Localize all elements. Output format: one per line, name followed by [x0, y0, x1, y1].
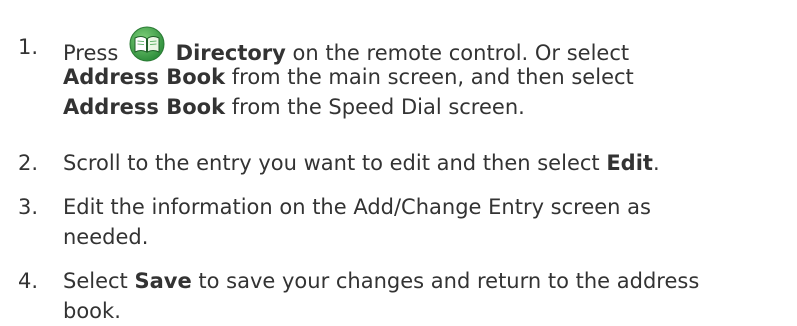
address-book-label: Address Book: [63, 65, 226, 89]
save-label: Save: [134, 269, 192, 293]
step-text-segment: .: [652, 151, 660, 175]
step-line: Press Directory on the remote control. O…: [63, 26, 797, 65]
step-text: Edit the information on the Add/Change E…: [63, 192, 797, 252]
edit-label: Edit: [606, 151, 653, 175]
step-number: 4.: [18, 269, 39, 293]
step-number: 1.: [18, 35, 39, 59]
step-text: Select Save to save your changes and ret…: [63, 266, 797, 326]
step-line: Select Save to save your changes and ret…: [63, 266, 797, 296]
address-book-label: Address Book: [63, 95, 226, 119]
step-line: Address Book from the main screen, and t…: [63, 62, 797, 92]
step-line: book.: [63, 299, 121, 323]
step-line: Address Book from the Speed Dial screen.: [63, 92, 797, 122]
step-text: Scroll to the entry you want to edit and…: [63, 148, 797, 178]
step-line: Scroll to the entry you want to edit and…: [63, 148, 797, 178]
directory-book-icon: [129, 26, 165, 62]
step-text: Press Directory on the remote control. O…: [63, 26, 797, 122]
step-text-segment: from the Speed Dial screen.: [231, 95, 525, 119]
step-text-segment: Scroll to the entry you want to edit and…: [63, 151, 600, 175]
step-text-segment: from the main screen, and then select: [231, 65, 634, 89]
step-number: 3.: [18, 195, 39, 219]
step-text-segment: to save your changes and return to the a…: [198, 269, 700, 293]
step-text-segment: Select: [63, 269, 128, 293]
step-line: needed.: [63, 225, 149, 249]
step-line: Edit the information on the Add/Change E…: [63, 195, 651, 219]
step-number: 2.: [18, 151, 39, 175]
